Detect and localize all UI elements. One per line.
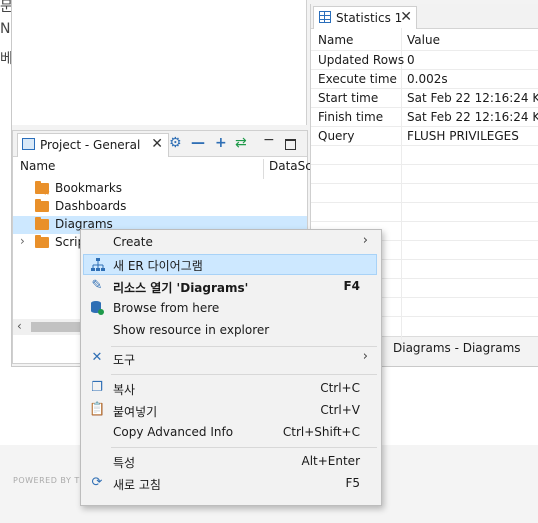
powered-by-text: POWERED BY T bbox=[13, 476, 80, 485]
menu-item-label: Copy Advanced Info bbox=[113, 425, 234, 439]
menu-item-label: 리소스 열기 'Diagrams' bbox=[113, 281, 249, 295]
statistics-tabbar: Statistics 1 ✕ bbox=[311, 4, 538, 29]
tab-project-general[interactable]: Project - General ✕ bbox=[17, 133, 169, 157]
menu-item-label: Show resource in explorer bbox=[113, 323, 270, 337]
tab-label: Project - General bbox=[40, 138, 141, 152]
row-name: Execute time bbox=[318, 72, 397, 86]
menu-item-shortcut: Ctrl+C bbox=[320, 381, 360, 395]
maximize-icon[interactable] bbox=[285, 139, 296, 150]
menu-item-shortcut: F5 bbox=[345, 476, 360, 490]
tree-item-dashboards[interactable]: Dashboards bbox=[13, 198, 307, 216]
chevron-right-icon: › bbox=[362, 233, 368, 248]
menu-item-create[interactable]: Create › bbox=[83, 232, 377, 253]
row-value: 0 bbox=[407, 53, 415, 67]
folder-icon bbox=[35, 217, 49, 230]
column-divider bbox=[263, 159, 264, 179]
context-menu: Create › 새 ER 다이어그램 ✎ 리소스 열기 'Diagrams' … bbox=[80, 229, 382, 506]
statistics-header-row: Name Value bbox=[311, 28, 538, 51]
menu-item-copy-advanced-info[interactable]: Copy Advanced Info Ctrl+Shift+C bbox=[83, 422, 377, 443]
menu-separator bbox=[111, 374, 377, 375]
project-icon bbox=[22, 138, 35, 150]
er-diagram-icon bbox=[90, 257, 106, 273]
folder-icon bbox=[35, 199, 49, 212]
menu-item-label: 새로 고침 bbox=[113, 478, 161, 492]
chevron-right-icon[interactable]: › bbox=[20, 234, 25, 248]
grid-icon bbox=[319, 11, 331, 23]
menu-item-label: 특성 bbox=[113, 456, 136, 470]
menu-item-label: Create bbox=[113, 235, 153, 249]
tools-icon: ✕ bbox=[91, 350, 103, 365]
table-row-empty bbox=[311, 202, 538, 222]
menu-item-paste[interactable]: 📋 붙여넣기 Ctrl+V bbox=[83, 400, 377, 421]
add-icon[interactable]: + bbox=[215, 135, 227, 151]
collapse-icon[interactable]: — bbox=[191, 135, 205, 151]
column-header-name[interactable]: Name bbox=[20, 159, 55, 179]
row-name: Start time bbox=[318, 91, 379, 105]
tree-item-bookmarks[interactable]: ★ Bookmarks bbox=[13, 180, 307, 198]
menu-item-label: 복사 bbox=[113, 383, 136, 397]
menu-item-properties[interactable]: 특성 Alt+Enter bbox=[83, 451, 377, 472]
row-value: 0.002s bbox=[407, 72, 448, 86]
row-name: Finish time bbox=[318, 110, 384, 124]
menu-item-open-resource[interactable]: ✎ 리소스 열기 'Diagrams' F4 bbox=[83, 276, 377, 297]
tab-label: Statistics 1 bbox=[336, 11, 403, 25]
menu-separator bbox=[111, 447, 377, 448]
table-row[interactable]: Start time Sat Feb 22 12:16:24 KST bbox=[311, 88, 538, 108]
editor-area[interactable] bbox=[12, 0, 307, 125]
menu-item-refresh[interactable]: ⟳ 새로 고침 F5 bbox=[83, 473, 377, 494]
paste-icon: 📋 bbox=[89, 402, 106, 417]
tab-statistics-1[interactable]: Statistics 1 ✕ bbox=[313, 6, 417, 29]
menu-item-new-er-diagram[interactable]: 새 ER 다이어그램 bbox=[83, 254, 377, 275]
menu-separator bbox=[111, 346, 377, 347]
table-row-empty bbox=[311, 164, 538, 184]
star-icon: ★ bbox=[43, 188, 51, 197]
header-name: Name bbox=[318, 33, 354, 47]
row-name: Updated Rows bbox=[318, 53, 405, 67]
menu-item-label: 새 ER 다이어그램 bbox=[113, 259, 203, 273]
table-row[interactable]: Updated Rows 0 bbox=[311, 50, 538, 70]
menu-item-shortcut: F4 bbox=[343, 279, 360, 293]
header-value: Value bbox=[407, 33, 440, 47]
menu-item-copy[interactable]: ❐ 복사 Ctrl+C bbox=[83, 378, 377, 399]
scroll-left-icon[interactable]: ‹ bbox=[17, 319, 22, 333]
row-name: Query bbox=[318, 129, 355, 143]
minimize-icon[interactable]: − bbox=[263, 132, 275, 148]
pencil-icon: ✎ bbox=[91, 278, 103, 293]
menu-item-shortcut: Ctrl+Shift+C bbox=[282, 425, 360, 439]
table-row[interactable]: Finish time Sat Feb 22 12:16:24 KST bbox=[311, 107, 538, 127]
menu-item-label: Browse from here bbox=[113, 301, 220, 315]
link-icon[interactable]: ⇄ bbox=[235, 135, 247, 151]
row-value: FLUSH PRIVILEGES bbox=[407, 129, 519, 143]
row-value: Sat Feb 22 12:16:24 KST bbox=[407, 110, 538, 124]
menu-item-tools[interactable]: ✕ 도구 › bbox=[83, 348, 377, 369]
column-header-datasource[interactable]: DataSc bbox=[269, 159, 312, 179]
tree-item-label: Dashboards bbox=[55, 199, 127, 213]
menu-item-shortcut: Ctrl+V bbox=[320, 403, 360, 417]
table-row[interactable]: Query FLUSH PRIVILEGES bbox=[311, 126, 538, 146]
database-icon bbox=[89, 300, 105, 316]
background-text-fragment: N bbox=[0, 21, 11, 37]
menu-item-show-in-explorer[interactable]: Show resource in explorer bbox=[83, 320, 377, 341]
folder-icon bbox=[35, 235, 49, 248]
project-tabbar: Project - General ✕ ⚙ — + ⇄ − bbox=[13, 131, 307, 157]
menu-item-label: 붙여넣기 bbox=[113, 405, 158, 419]
row-value: Sat Feb 22 12:16:24 KST bbox=[407, 91, 538, 105]
chevron-right-icon: › bbox=[362, 349, 368, 364]
tree-item-label: Bookmarks bbox=[55, 181, 123, 195]
table-row-empty bbox=[311, 183, 538, 203]
status-path: Diagrams - Diagrams bbox=[393, 341, 521, 355]
copy-icon: ❐ bbox=[91, 380, 103, 395]
refresh-icon: ⟳ bbox=[91, 475, 103, 490]
close-icon[interactable]: ✕ bbox=[151, 136, 163, 152]
close-icon[interactable]: ✕ bbox=[400, 9, 412, 25]
menu-item-shortcut: Alt+Enter bbox=[301, 454, 360, 468]
menu-item-label: 도구 bbox=[113, 353, 136, 367]
menu-item-browse-from-here[interactable]: Browse from here bbox=[83, 298, 377, 319]
table-row[interactable]: Execute time 0.002s bbox=[311, 69, 538, 89]
gear-icon[interactable]: ⚙ bbox=[169, 135, 182, 151]
table-row-empty bbox=[311, 145, 538, 165]
